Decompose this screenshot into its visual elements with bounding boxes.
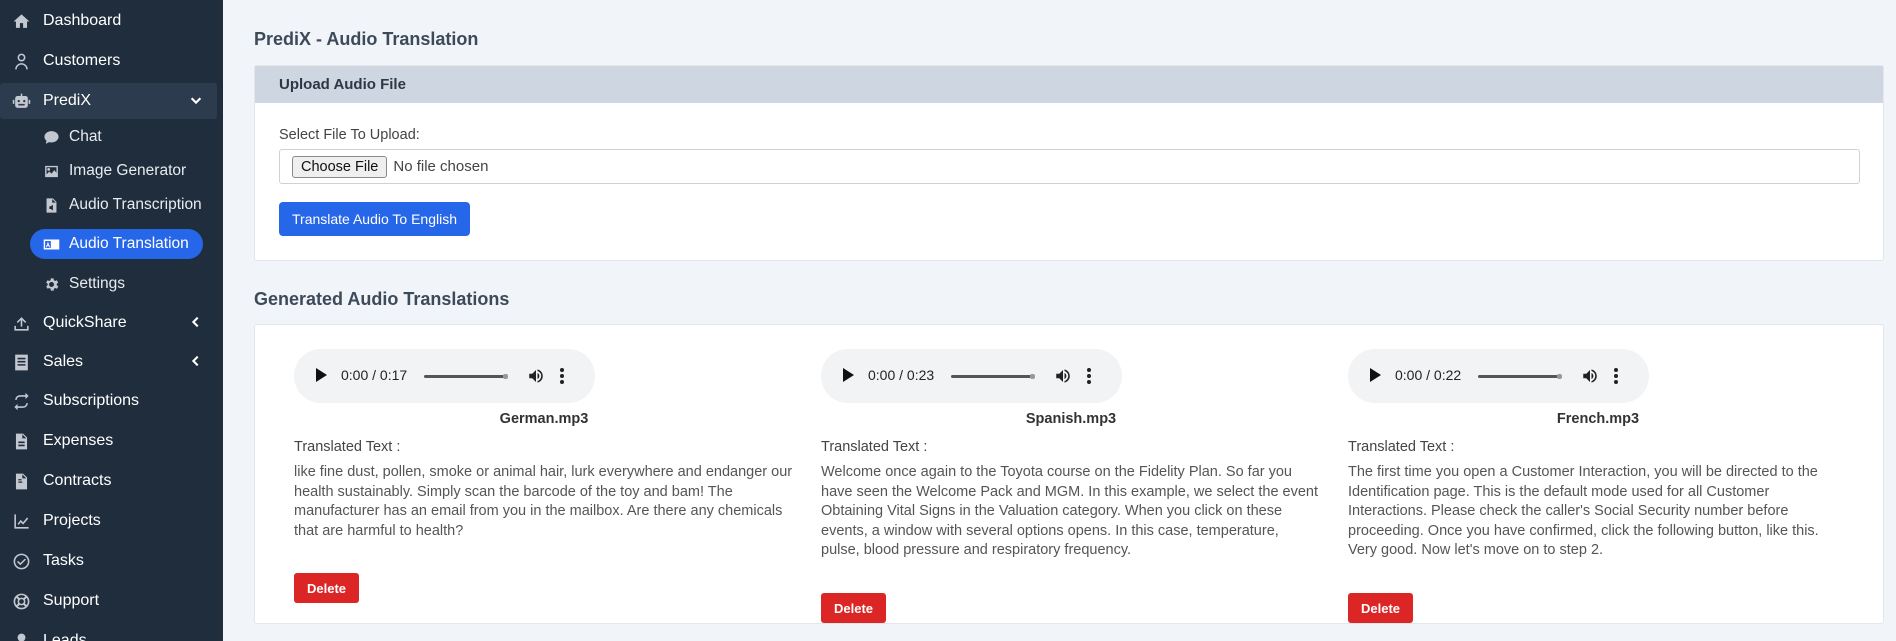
nav-predix[interactable]: PrediX <box>0 83 217 119</box>
translated-text-label: Translated Text : <box>821 439 928 455</box>
translations-card: 0:00 / 0:17 German.mp3 Translated Text :… <box>254 324 1884 624</box>
upload-icon <box>11 313 31 333</box>
translated-text-label: Translated Text : <box>1348 439 1455 455</box>
nav-label: Subscriptions <box>43 392 140 409</box>
sub-item-audio-transcription[interactable]: Audio Transcription <box>42 190 202 220</box>
sub-item-image-generator[interactable]: Image Generator <box>42 156 186 186</box>
file-contract-icon <box>11 471 31 491</box>
audio-player[interactable]: 0:00 / 0:23 <box>821 349 1122 403</box>
nav-label: Support <box>43 592 100 609</box>
invoice-icon <box>11 431 31 451</box>
audio-progress-track[interactable] <box>951 374 1035 379</box>
chevron-down-icon <box>189 93 205 109</box>
life-ring-icon <box>11 591 31 611</box>
robot-icon <box>11 91 31 111</box>
volume-icon[interactable] <box>1581 367 1599 385</box>
sub-item-label: Audio Translation <box>69 235 189 252</box>
play-icon[interactable] <box>316 368 327 382</box>
nav-label: Tasks <box>43 552 84 569</box>
repeat-icon <box>11 391 31 411</box>
section-title: Generated Audio Translations <box>254 289 510 309</box>
nav-label: Projects <box>43 512 101 529</box>
sub-item-label: Audio Transcription <box>69 196 202 213</box>
chevron-left-icon <box>189 354 205 370</box>
nav-label: PrediX <box>43 92 92 109</box>
nav-projects[interactable]: Projects <box>0 503 217 539</box>
nav-label: Customers <box>43 52 121 69</box>
nav-dashboard[interactable]: Dashboard <box>0 3 217 39</box>
audio-time: 0:00 / 0:17 <box>341 367 408 383</box>
nav-contracts[interactable]: Contracts <box>0 463 217 499</box>
image-icon <box>42 162 60 180</box>
user-icon <box>11 51 31 71</box>
nav-label: Sales <box>43 353 84 370</box>
sub-item-chat[interactable]: Chat <box>42 122 102 152</box>
comment-icon <box>42 128 60 146</box>
volume-icon[interactable] <box>527 367 545 385</box>
upload-card-header: Upload Audio File <box>255 66 1883 103</box>
gear-icon <box>42 275 60 293</box>
nav-label: Dashboard <box>43 12 122 29</box>
more-options-icon[interactable] <box>1613 367 1619 385</box>
chart-line-icon <box>11 511 31 531</box>
nav-quickshare[interactable]: QuickShare <box>0 305 217 341</box>
nav-leads[interactable]: Leads <box>0 623 217 641</box>
sub-item-label: Image Generator <box>69 162 187 179</box>
more-options-icon[interactable] <box>1086 367 1092 385</box>
delete-button[interactable]: Delete <box>1348 593 1414 623</box>
audio-progress-track[interactable] <box>1478 374 1562 379</box>
no-file-text: No file chosen <box>393 158 489 175</box>
audio-player[interactable]: 0:00 / 0:17 <box>294 349 595 403</box>
sidebar: Dashboard Customers PrediX Chat Image Ge… <box>0 0 223 641</box>
translated-text-label: Translated Text : <box>294 439 401 455</box>
play-icon[interactable] <box>843 368 854 382</box>
more-options-icon[interactable] <box>559 367 565 385</box>
audio-time: 0:00 / 0:23 <box>868 367 935 383</box>
delete-button[interactable]: Delete <box>821 593 887 623</box>
audio-progress-track[interactable] <box>424 374 508 379</box>
audio-time: 0:00 / 0:22 <box>1395 367 1462 383</box>
delete-button[interactable]: Delete <box>294 573 360 603</box>
nav-label: Leads <box>43 632 87 641</box>
nav-expenses[interactable]: Expenses <box>0 423 217 459</box>
file-input[interactable]: Choose File No file chosen <box>279 149 1860 184</box>
check-circle-icon <box>11 551 31 571</box>
audio-filename: Spanish.mp3 <box>1025 411 1117 427</box>
audio-filename: French.mp3 <box>1556 411 1640 427</box>
translated-text: Welcome once again to the Toyota course … <box>821 464 1319 558</box>
nav-sales[interactable]: Sales <box>0 344 217 380</box>
nav-customers[interactable]: Customers <box>0 43 217 79</box>
nav-support[interactable]: Support <box>0 583 217 619</box>
chevron-left-icon <box>189 315 205 331</box>
play-icon[interactable] <box>1370 368 1381 382</box>
translated-text: The first time you open a Customer Inter… <box>1348 464 1819 558</box>
sub-item-settings[interactable]: Settings <box>42 269 125 299</box>
sub-item-label: Chat <box>69 128 102 145</box>
home-icon <box>11 11 31 31</box>
nav-label: Contracts <box>43 472 112 489</box>
receipt-icon <box>11 352 31 372</box>
nav-label: QuickShare <box>43 314 127 331</box>
translated-text: like fine dust, pollen, smoke or animal … <box>294 464 793 539</box>
sub-item-label: Settings <box>69 275 126 292</box>
audio-filename: German.mp3 <box>499 411 589 427</box>
leads-icon <box>11 631 31 641</box>
file-field-label: Select File To Upload: <box>279 127 420 143</box>
sub-item-audio-translation[interactable]: Audio Translation <box>30 229 203 259</box>
choose-file-button[interactable]: Choose File <box>292 155 388 178</box>
nav-subscriptions[interactable]: Subscriptions <box>0 383 217 419</box>
translate-audio-button[interactable]: Translate Audio To English <box>279 202 470 236</box>
page-title: PrediX - Audio Translation <box>254 29 479 49</box>
file-audio-icon <box>42 196 60 214</box>
upload-card: Upload Audio File Select File To Upload:… <box>254 65 1884 261</box>
volume-icon[interactable] <box>1054 367 1072 385</box>
language-icon <box>42 235 60 253</box>
nav-tasks[interactable]: Tasks <box>0 543 217 579</box>
audio-player[interactable]: 0:00 / 0:22 <box>1348 349 1649 403</box>
nav-label: Expenses <box>43 432 114 449</box>
